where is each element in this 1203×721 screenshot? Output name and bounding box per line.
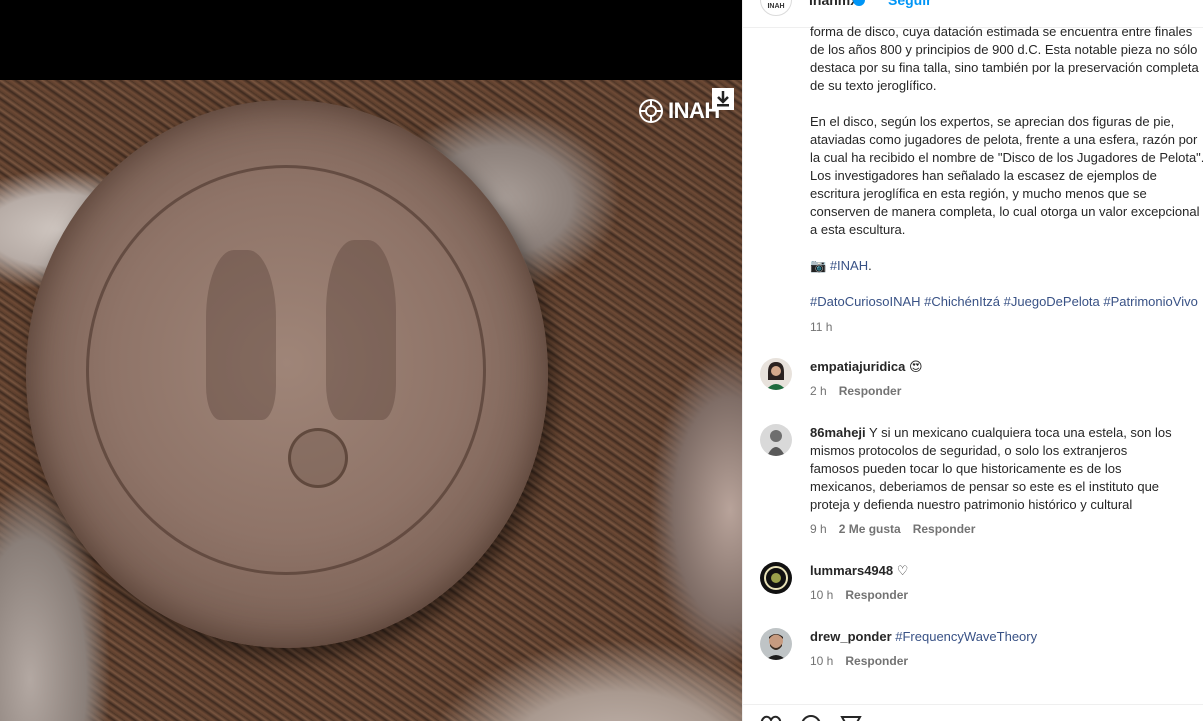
comment-meta: 10 h Responder	[810, 654, 908, 668]
caption-line: Los investigadores han señalado la escas…	[810, 168, 1157, 183]
avatar-man-icon	[760, 628, 792, 660]
caption-line: a esta escultura.	[810, 222, 906, 237]
comment-text-line: famosos pueden tocar lo que historicamen…	[810, 461, 1122, 476]
disc-figure-left	[206, 250, 276, 420]
comment-meta: 9 h 2 Me gusta Responder	[810, 522, 975, 536]
comment-body: empatiajuridica 😍	[810, 358, 1203, 376]
stone-disc	[26, 100, 548, 648]
comment-text-line: mismos protocolos de seguridad, o solo l…	[810, 443, 1128, 458]
comment-username[interactable]: 86maheji	[810, 425, 866, 440]
post-caption: forma de disco, cuya datación estimada s…	[810, 23, 1203, 329]
avatar-emblem-icon	[760, 562, 792, 594]
comment-avatar[interactable]	[760, 358, 792, 390]
comment-body: lummars4948 ♡	[810, 562, 1203, 580]
post-details-panel: INAH inahmx Seguir forma de disco, cuya …	[742, 0, 1203, 721]
comment-time[interactable]: 2 h	[810, 384, 827, 398]
download-icon[interactable]	[712, 88, 734, 110]
comment-time[interactable]: 10 h	[810, 588, 833, 602]
comment-body: 86maheji Y si un mexicano cualquiera toc…	[810, 424, 1203, 514]
caption-line: conserven de manera completa, lo cual ot…	[810, 204, 1200, 219]
caption-hashtags: #DatoCuriosoINAH #ChichénItzá #JuegoDePe…	[810, 293, 1203, 311]
post-photo[interactable]	[0, 80, 742, 721]
camera-icon: 📷	[810, 258, 827, 273]
inah-logo-icon	[639, 99, 663, 123]
comment-hashtag-link[interactable]: #FrequencyWaveTheory	[895, 629, 1037, 644]
caption-paragraph-1: forma de disco, cuya datación estimada s…	[810, 23, 1203, 95]
comment-icon[interactable]	[800, 714, 822, 721]
comment-time[interactable]: 9 h	[810, 522, 827, 536]
heart-emoji: ♡	[896, 563, 909, 578]
comment-item: empatiajuridica 😍 2 h Responder	[760, 358, 1200, 402]
reply-button[interactable]: Responder	[913, 522, 976, 536]
author-username[interactable]: inahmx	[809, 0, 858, 8]
comment-item: lummars4948 ♡ 10 h Responder	[760, 562, 1200, 606]
reply-button[interactable]: Responder	[839, 384, 902, 398]
comment-avatar[interactable]	[760, 424, 792, 456]
avatar-woman-icon	[760, 358, 792, 390]
follow-button[interactable]: Seguir	[888, 0, 932, 8]
comment-text: 😍	[909, 359, 923, 374]
caption-line: de los años 800 y principios de 900 d.C.…	[810, 42, 1198, 57]
inah-watermark: INAH	[638, 96, 720, 126]
credit-suffix: .	[868, 258, 872, 273]
comment-username[interactable]: drew_ponder	[810, 629, 892, 644]
comment-text-line: mexicanos, deberiamos de pensar so este …	[810, 479, 1160, 494]
caption-line: forma de disco, cuya datación estimada s…	[810, 24, 1193, 39]
hashtags-link[interactable]: #DatoCuriosoINAH #ChichénItzá #JuegoDePe…	[810, 294, 1198, 309]
disc-figure-right	[326, 240, 396, 420]
caption-line: la cual ha recibido el nombre de "Disco …	[810, 150, 1203, 165]
comment-username[interactable]: lummars4948	[810, 563, 893, 578]
post-actions	[760, 714, 862, 721]
credit-hashtag-link[interactable]: #INAH	[830, 258, 868, 273]
caption-line: escritura jeroglífica en esta región, y …	[810, 186, 1147, 201]
disc-ball	[288, 428, 348, 488]
caption-credit: 📷 #INAH.	[810, 257, 1203, 275]
comment-meta: 10 h Responder	[810, 588, 908, 602]
caption-line: ataviadas como jugadores de pelota, fren…	[810, 132, 1198, 147]
post-timestamp[interactable]: 11 h	[810, 320, 832, 334]
comment-avatar[interactable]	[760, 628, 792, 660]
caption-paragraph-2: En el disco, según los expertos, se apre…	[810, 113, 1203, 239]
comment-body: drew_ponder #FrequencyWaveTheory	[810, 628, 1203, 646]
comment-item: 86maheji Y si un mexicano cualquiera toc…	[760, 424, 1200, 544]
caption-line: destaca por su fina talla, sino también …	[810, 60, 1199, 75]
actions-divider	[743, 704, 1203, 705]
post-media: INAH	[0, 0, 742, 721]
author-avatar[interactable]: INAH	[760, 0, 792, 16]
caption-line: de su texto jeroglífico.	[810, 78, 937, 93]
comment-avatar[interactable]	[760, 562, 792, 594]
disc-ring	[86, 165, 486, 575]
reply-button[interactable]: Responder	[845, 588, 908, 602]
comment-meta: 2 h Responder	[810, 384, 901, 398]
avatar-statue-icon	[760, 424, 792, 456]
comment-username[interactable]: empatiajuridica	[810, 359, 905, 374]
comment-time[interactable]: 10 h	[810, 654, 833, 668]
share-icon[interactable]	[840, 714, 862, 721]
reply-button[interactable]: Responder	[845, 654, 908, 668]
comment-text-line: Y si un mexicano cualquiera toca una est…	[869, 425, 1172, 440]
author-avatar-text: INAH	[767, 3, 785, 10]
comment-item: drew_ponder #FrequencyWaveTheory 10 h Re…	[760, 628, 1200, 672]
comment-likes[interactable]: 2 Me gusta	[839, 522, 901, 536]
caption-line: En el disco, según los expertos, se apre…	[810, 114, 1175, 129]
comment-text-line: proteja y defienda nuestro patrimonio hi…	[810, 497, 1133, 512]
like-icon[interactable]	[760, 714, 782, 721]
